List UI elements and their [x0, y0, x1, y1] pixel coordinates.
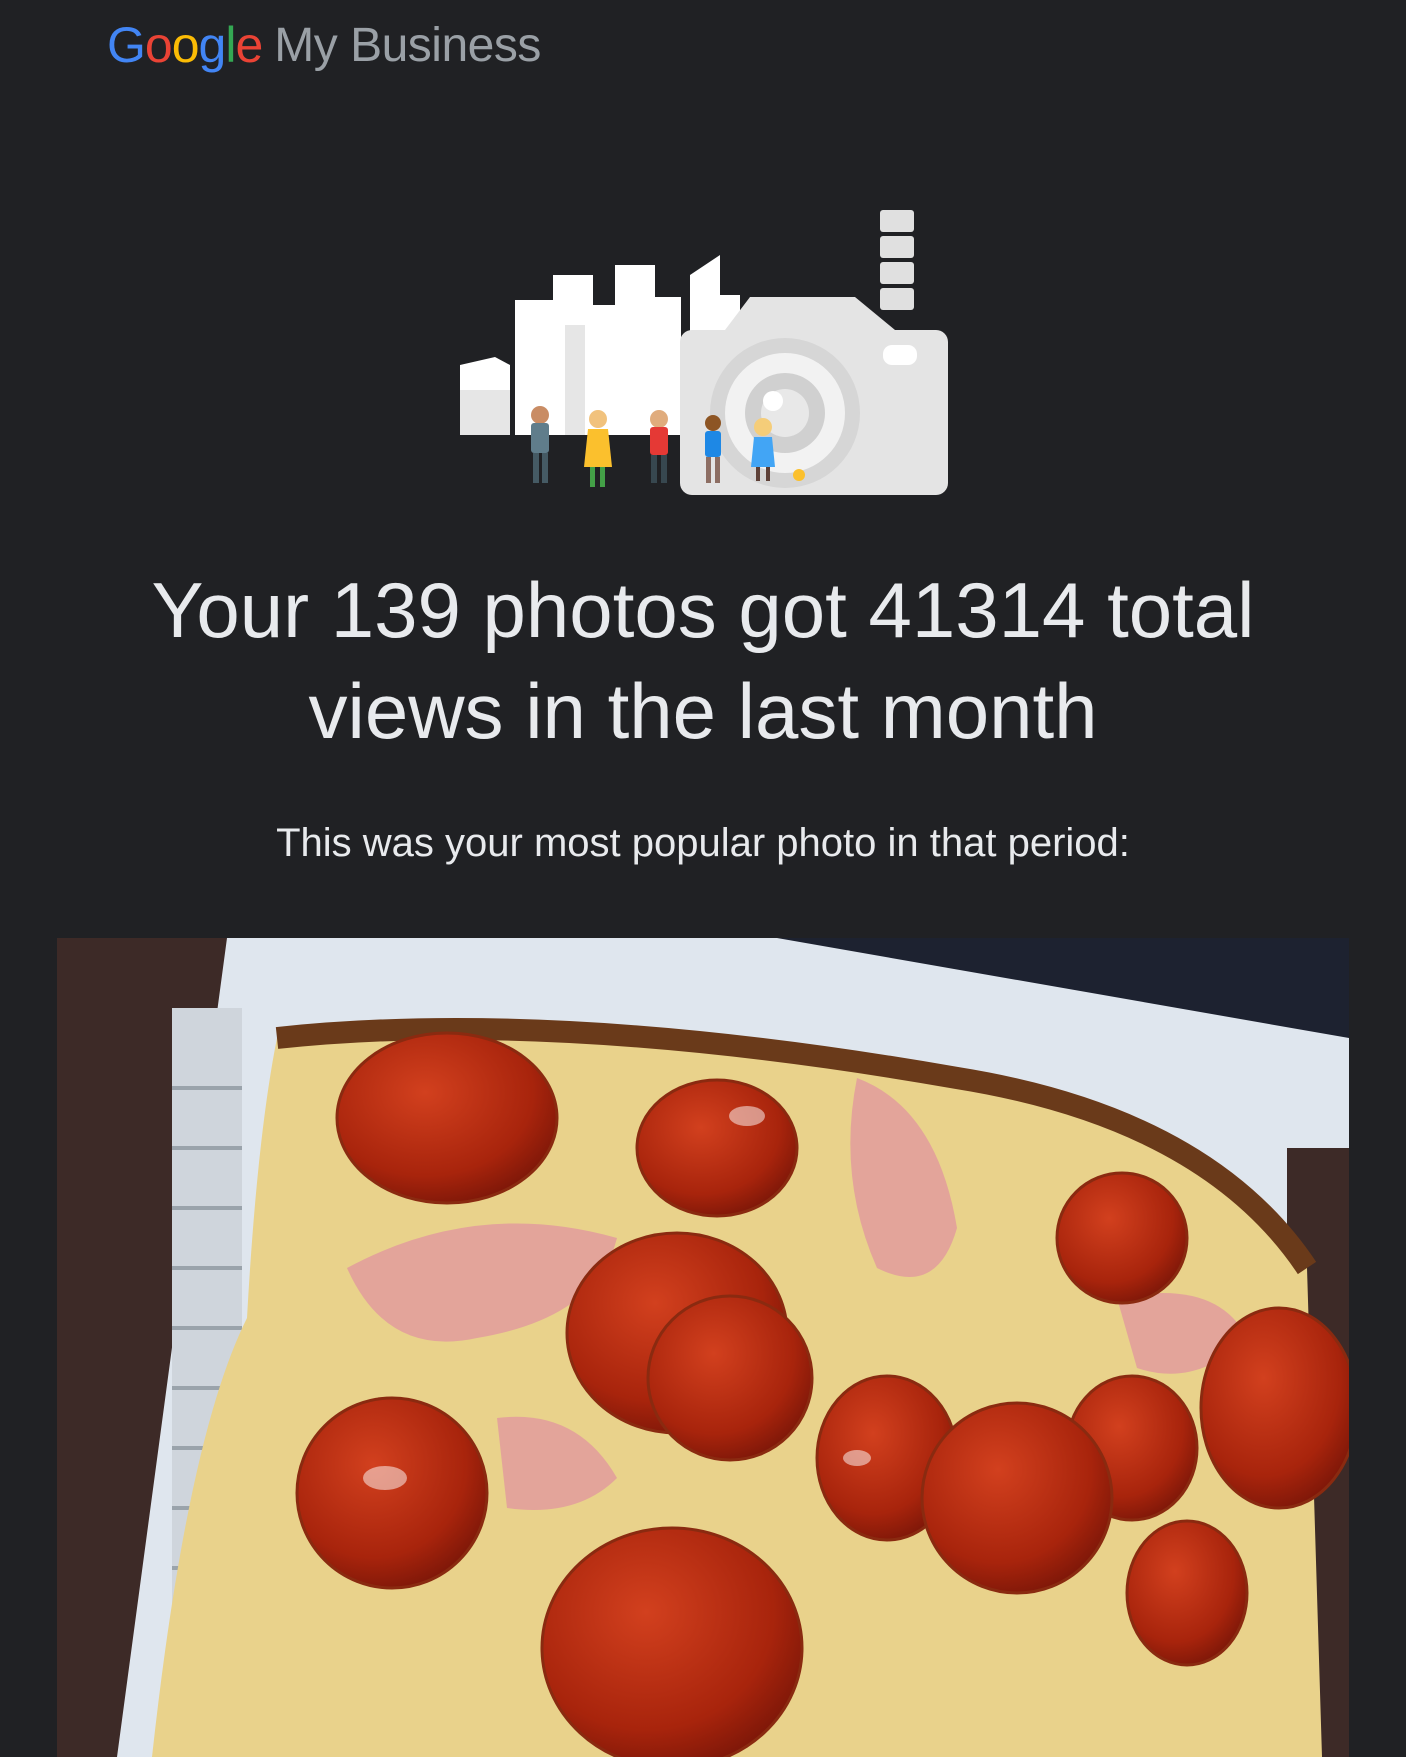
product-name: My Business	[274, 18, 541, 72]
logo-letter: o	[144, 17, 173, 73]
signal-bars-icon	[880, 210, 914, 310]
logo-letter: G	[107, 17, 146, 73]
popular-photo[interactable]	[57, 938, 1349, 1757]
views-headline: Your 139 photos got 41314 total views in…	[151, 566, 1255, 755]
city-camera-illustration	[460, 210, 948, 495]
logo-letter: l	[225, 17, 236, 73]
google-logo: Google	[107, 16, 263, 74]
popular-photo-caption: This was your most popular photo in that…	[276, 821, 1130, 865]
logo-letter: e	[235, 17, 263, 73]
email-header: Google My Business	[107, 10, 541, 80]
logo-letter: g	[198, 17, 227, 73]
logo-letter: o	[171, 17, 200, 73]
